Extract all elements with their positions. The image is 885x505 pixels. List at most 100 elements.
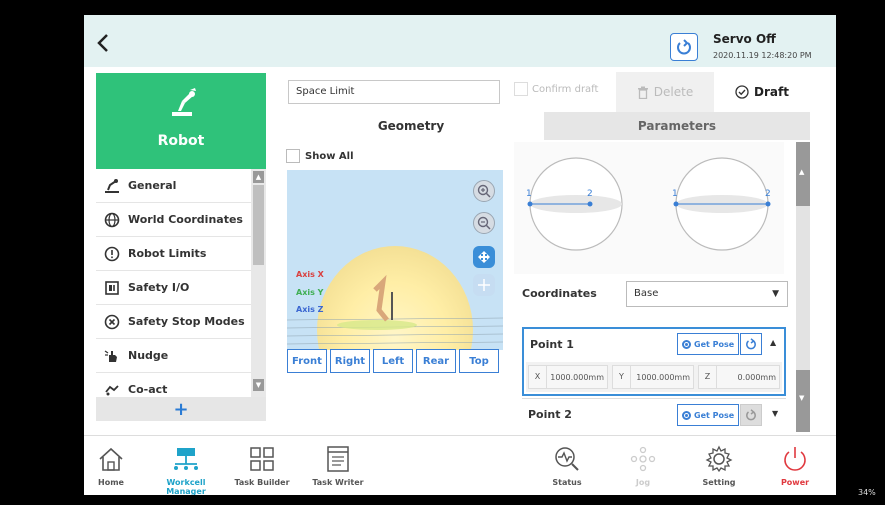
robot-arm-icon [172, 88, 196, 116]
axis-y-label: Axis Y [296, 288, 324, 297]
axis-x-label: Axis X [296, 270, 324, 279]
confirm-draft-checkbox[interactable]: Confirm draft [514, 82, 598, 96]
jog-icon [630, 446, 656, 472]
reset-point-button[interactable] [740, 333, 762, 355]
sidebar-item-world-coordinates[interactable]: World Coordinates [96, 203, 252, 237]
back-arrow-icon[interactable] [94, 33, 112, 53]
3d-viewport[interactable]: Axis X Axis Y Axis Z [287, 170, 503, 350]
sidebar-item-general[interactable]: General [96, 169, 252, 203]
coordinates-select[interactable]: Base ▼ [626, 281, 788, 307]
scroll-down-icon[interactable]: ▼ [253, 379, 264, 391]
nav-status[interactable]: Status [532, 444, 602, 494]
parameters-scrollbar[interactable]: ▲ ▼ [796, 142, 810, 432]
z-field[interactable]: Z 0.000mm [698, 365, 780, 389]
task-writer-icon [327, 446, 349, 472]
view-rear-button[interactable]: Rear [416, 349, 456, 373]
task-builder-icon [250, 447, 274, 471]
robot-title: Robot [157, 133, 205, 149]
trash-icon [637, 86, 648, 99]
draft-label: Draft [754, 85, 789, 99]
datetime-text: 2020.11.19 12:48:20 PM [713, 51, 812, 60]
x-field[interactable]: X 1000.000mm [528, 365, 608, 389]
globe-coordinates-icon [104, 212, 120, 228]
pan-view-icon[interactable] [473, 274, 495, 296]
point-2-panel[interactable]: Point 2 Get Pose ▼ [522, 398, 786, 430]
sidebar-scrollbar[interactable]: ▲ ▼ [251, 169, 266, 399]
check-circle-icon [735, 85, 749, 99]
nav-label: Power [780, 478, 810, 487]
x-circle-icon [104, 314, 120, 330]
sidebar-item-label: Co-act [128, 383, 168, 396]
sidebar-item-label: Robot Limits [128, 247, 207, 260]
get-pose-button[interactable]: Get Pose [677, 404, 740, 426]
zoom-in-icon[interactable] [473, 180, 495, 202]
collapse-icon[interactable]: ▲ [770, 338, 776, 347]
show-all-checkbox[interactable]: Show All [286, 149, 354, 163]
nav-label: Task Writer [312, 478, 364, 487]
sidebar-item-label: World Coordinates [128, 213, 243, 226]
draft-button[interactable]: Draft [714, 72, 810, 112]
add-button[interactable]: + [96, 397, 266, 421]
scroll-up-icon[interactable]: ▲ [799, 168, 804, 176]
checkbox-box[interactable] [514, 82, 528, 96]
point-1-header[interactable]: Point 1 Get Pose ▲ [524, 329, 784, 359]
get-pose-button[interactable]: Get Pose [677, 333, 740, 355]
view-left-button[interactable]: Left [373, 349, 413, 373]
z-value: 0.000mm [737, 372, 777, 382]
nav-label: Home [98, 478, 124, 487]
sidebar-item-robot-limits[interactable]: Robot Limits [96, 237, 252, 271]
view-front-button[interactable]: Front [287, 349, 327, 373]
z-axis-label: Z [699, 366, 717, 388]
refresh-icon [746, 338, 756, 350]
robot-card[interactable]: Robot [96, 73, 266, 169]
view-top-button[interactable]: Top [459, 349, 499, 373]
delete-button[interactable]: Delete [616, 72, 714, 112]
sidebar-item-safety-stop-modes[interactable]: Safety Stop Modes [96, 305, 252, 339]
nav-power[interactable]: Power [760, 444, 830, 494]
nav-label: Status [552, 478, 582, 487]
view-right-button[interactable]: Right [330, 349, 370, 373]
sidebar-item-co-act[interactable]: Co-act [96, 373, 252, 399]
sidebar-item-nudge[interactable]: Nudge [96, 339, 252, 373]
y-field[interactable]: Y 1000.000mm [612, 365, 694, 389]
bottom-navigation: Home Workcell Manager Task Builder Task … [84, 435, 836, 495]
nav-task-builder[interactable]: Task Builder [227, 444, 297, 494]
nav-label: Task Builder [234, 478, 290, 487]
checkbox-box[interactable] [286, 149, 300, 163]
nav-setting[interactable]: Setting [684, 444, 754, 494]
nav-task-writer[interactable]: Task Writer [303, 444, 373, 494]
nav-jog[interactable]: Jog [608, 444, 678, 494]
reset-point-button[interactable] [740, 404, 762, 426]
sphere-point-label: 2 [765, 189, 771, 199]
coordinates-label: Coordinates [522, 287, 597, 300]
sidebar-item-label: Safety I/O [128, 281, 190, 294]
scrollbar-thumb[interactable] [253, 185, 264, 265]
workcell-icon [174, 448, 198, 470]
get-pose-label: Get Pose [694, 410, 735, 420]
scroll-up-icon[interactable]: ▲ [253, 171, 264, 183]
gear-icon [705, 445, 733, 473]
scroll-down-icon[interactable]: ▼ [799, 394, 804, 402]
x-value: 1000.000mm [550, 372, 604, 382]
zoom-indicator: 34% [858, 488, 876, 497]
exclamation-circle-icon [104, 246, 120, 262]
space-limit-name-input[interactable]: Space Limit [288, 80, 500, 104]
app-screen: Servo Off 2020.11.19 12:48:20 PM Robot G… [84, 15, 836, 495]
tab-geometry[interactable]: Geometry [278, 112, 544, 140]
nav-workcell-manager[interactable]: Workcell Manager [148, 444, 224, 495]
rotate-view-icon[interactable] [473, 246, 495, 268]
scene-graphic [287, 246, 503, 350]
nav-home[interactable]: Home [84, 444, 146, 494]
zoom-out-icon[interactable] [473, 212, 495, 234]
view-direction-buttons: Front Right Left Rear Top [287, 349, 503, 375]
expand-icon[interactable]: ▼ [772, 409, 778, 418]
tab-parameters[interactable]: Parameters [544, 112, 810, 140]
sidebar-item-safety-io[interactable]: Safety I/O [96, 271, 252, 305]
point-1-fields: X 1000.000mm Y 1000.000mm Z 0.000mm [526, 362, 782, 392]
coordinates-value: Base [634, 288, 659, 299]
sphere-diagrams: 1 2 1 2 [514, 142, 784, 274]
servo-power-button[interactable] [670, 33, 698, 61]
get-pose-label: Get Pose [694, 339, 735, 349]
power-icon [784, 447, 806, 471]
sidebar-item-label: Safety Stop Modes [128, 315, 245, 328]
